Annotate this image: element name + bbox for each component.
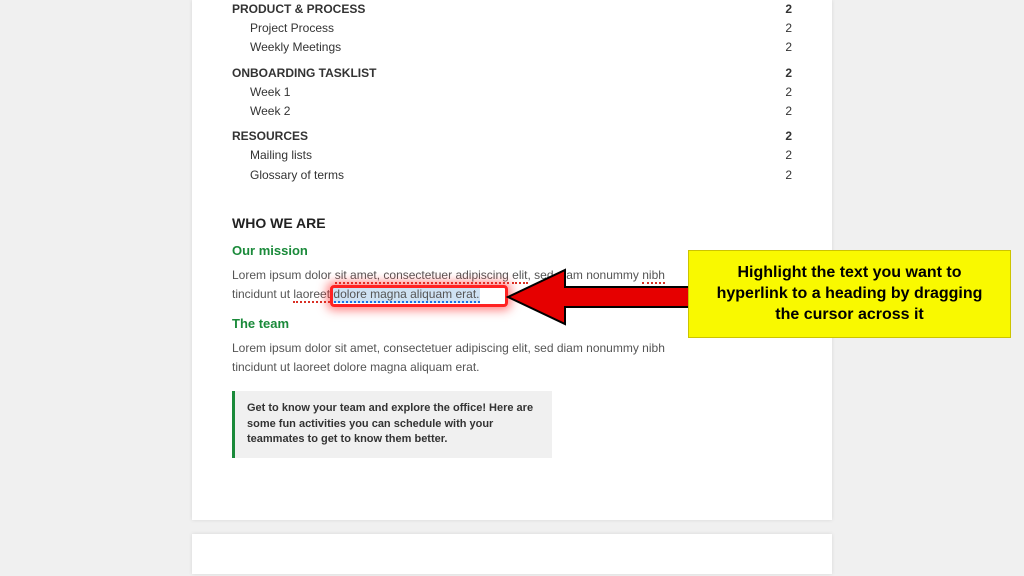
text-plain[interactable]: diam nonummy <box>554 268 643 282</box>
toc-label[interactable]: Week 1 <box>232 83 290 102</box>
toc-label[interactable]: ONBOARDING TASKLIST <box>232 64 376 83</box>
text-plain[interactable]: Lorem ipsum dolor <box>232 268 335 282</box>
text-grammar-error[interactable]: d <box>547 268 554 284</box>
toc-row[interactable]: Mailing lists 2 <box>232 146 792 165</box>
toc-label[interactable]: PRODUCT & PROCESS <box>232 0 365 19</box>
toc-page-number: 2 <box>785 19 792 38</box>
toc-label[interactable]: Mailing lists <box>232 146 312 165</box>
text-spell-error[interactable]: elit <box>512 268 527 284</box>
toc-row[interactable]: Project Process 2 <box>232 19 792 38</box>
toc-row[interactable]: PRODUCT & PROCESS 2 <box>232 0 792 19</box>
toc-page-number: 2 <box>785 0 792 19</box>
toc-row[interactable]: RESOURCES 2 <box>232 127 792 146</box>
toc-label[interactable]: Week 2 <box>232 102 290 121</box>
toc-label[interactable]: Weekly Meetings <box>232 38 341 57</box>
text-plain[interactable]: , se <box>528 268 547 282</box>
text-spell-error[interactable]: laoreet <box>293 287 330 303</box>
toc-page-number: 2 <box>785 38 792 57</box>
text-plain[interactable]: tincidunt ut laoreet dolore magna aliqua… <box>232 360 479 374</box>
toc-row[interactable]: Weekly Meetings 2 <box>232 38 792 57</box>
toc-row[interactable]: ONBOARDING TASKLIST 2 <box>232 64 792 83</box>
toc-page-number: 2 <box>785 146 792 165</box>
toc-label[interactable]: Project Process <box>232 19 334 38</box>
toc-page-number: 2 <box>785 64 792 83</box>
toc-page-number: 2 <box>785 83 792 102</box>
toc-row[interactable]: Glossary of terms 2 <box>232 166 792 185</box>
toc-row[interactable]: Week 2 2 <box>232 102 792 121</box>
toc-label[interactable]: RESOURCES <box>232 127 308 146</box>
toc-label[interactable]: Glossary of terms <box>232 166 344 185</box>
text-plain[interactable]: tincidunt ut <box>232 287 293 301</box>
table-of-contents: PRODUCT & PROCESS2Project Process2Weekly… <box>232 0 792 185</box>
next-page-edge <box>192 534 832 574</box>
toc-row[interactable]: Week 1 2 <box>232 83 792 102</box>
selected-text[interactable]: dolore magna aliquam erat. <box>330 287 479 303</box>
tip-block[interactable]: Get to know your team and explore the of… <box>232 391 552 457</box>
team-paragraph[interactable]: Lorem ipsum dolor sit amet, consectetuer… <box>232 339 792 377</box>
text-spell-error[interactable]: sit amet, consectetuer adipiscing <box>335 268 509 284</box>
section-heading-who-we-are[interactable]: WHO WE ARE <box>232 215 792 231</box>
annotation-callout: Highlight the text you want to hyperlink… <box>688 250 1011 338</box>
toc-page-number: 2 <box>785 102 792 121</box>
text-plain[interactable]: Lorem ipsum dolor sit amet, consectetuer… <box>232 341 665 355</box>
toc-page-number: 2 <box>785 166 792 185</box>
text-spell-error[interactable]: nibh <box>642 268 665 284</box>
toc-page-number: 2 <box>785 127 792 146</box>
